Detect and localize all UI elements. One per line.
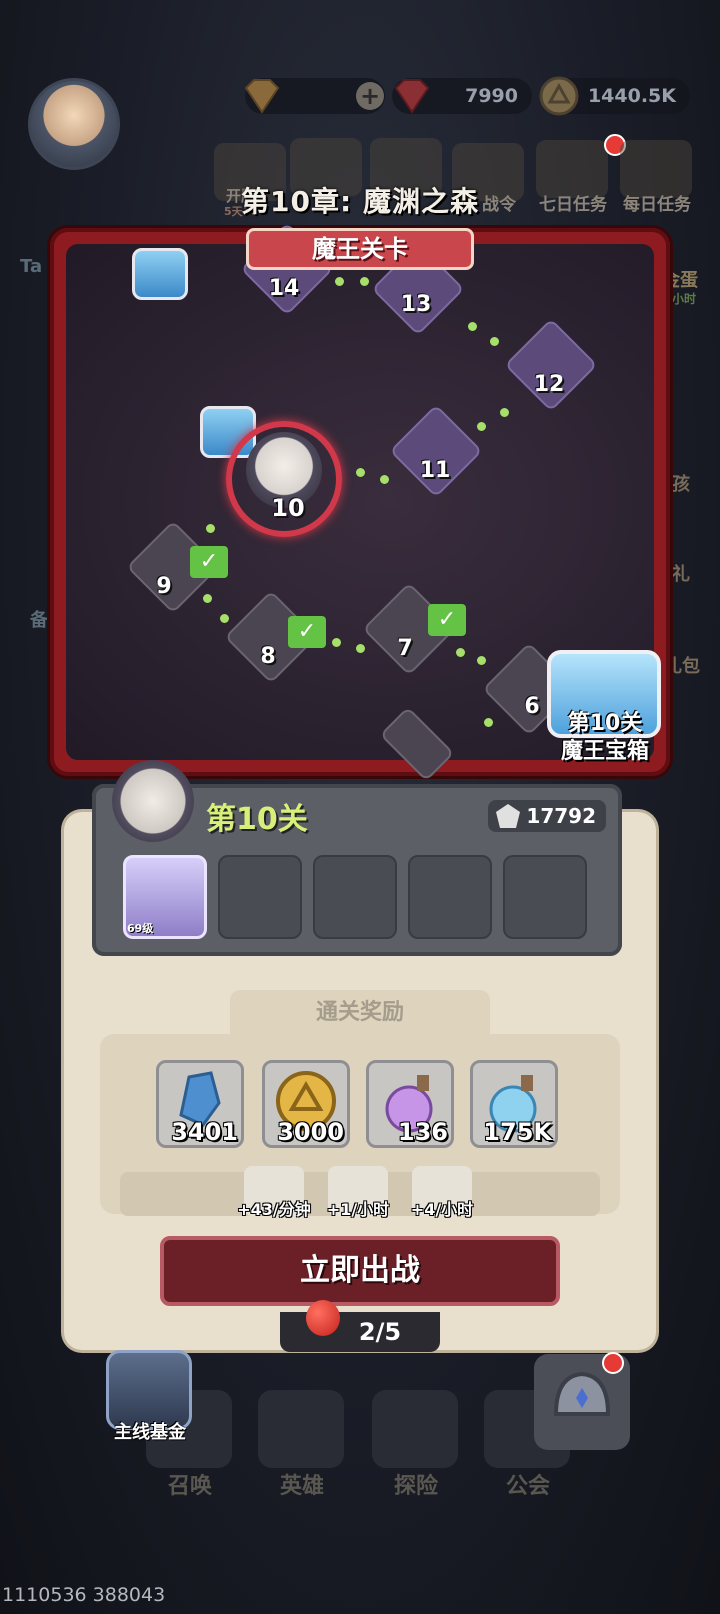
path-dot	[220, 614, 229, 623]
reward-value-blue-potion: 175K	[483, 1118, 552, 1146]
path-dot	[356, 644, 365, 653]
boss-chest-label-line2: 魔王宝箱	[560, 739, 649, 764]
path-dot	[332, 638, 341, 647]
notification-dot	[602, 1352, 624, 1374]
path-dot	[335, 277, 344, 286]
main-fund-label[interactable]: 主线基金	[100, 1418, 200, 1444]
side-label-right-3: 孩	[672, 474, 690, 495]
stage-node-13-number: 13	[400, 292, 432, 317]
chapter-title: 第10章: 魔渊之森	[241, 185, 479, 218]
stage-boss-avatar	[112, 760, 194, 842]
energy-counter: 2/5	[280, 1312, 440, 1352]
stage-node-14-number: 14	[268, 276, 300, 301]
reward-value-crystal: 3401	[171, 1118, 238, 1146]
explore-icon[interactable]	[372, 1390, 458, 1468]
red-gem-icon	[394, 79, 430, 114]
gold-value: 1440.5K	[587, 85, 676, 107]
add-gem-button[interactable]: +	[356, 82, 384, 110]
cleared-flag-icon: ✓	[190, 546, 228, 578]
side-label-left-1: Ta	[20, 256, 43, 277]
path-dot	[490, 337, 499, 346]
stage-title: 第10关	[206, 802, 308, 837]
hero-slot-3[interactable]	[313, 855, 397, 939]
boost-text-3: +4/小时	[410, 1200, 474, 1219]
path-dot	[380, 475, 389, 484]
path-dot	[468, 322, 477, 331]
path-dot	[477, 422, 486, 431]
nav-label-summon[interactable]: 召唤	[140, 1468, 240, 1500]
hero-slot-2[interactable]	[218, 855, 302, 939]
path-dot	[203, 594, 212, 603]
path-dot	[360, 277, 369, 286]
map-chest-icon[interactable]	[132, 248, 188, 300]
energy-value: 2/5	[358, 1318, 402, 1346]
nav-label-guild[interactable]: 公会	[478, 1468, 578, 1500]
stage-node-7-number: 7	[397, 636, 413, 661]
red-gem-value: 7990	[465, 85, 518, 107]
boss-chest-label: 第10关 魔王宝箱	[540, 710, 670, 766]
purple-gem-icon	[244, 79, 280, 114]
stage-node-9-number: 9	[156, 574, 172, 599]
enemy-power-value: 17792	[526, 804, 596, 828]
stage-node-10-number: 10	[271, 494, 305, 522]
side-label-left-2: 备	[30, 610, 48, 631]
power-icon	[496, 804, 520, 828]
side-label-right-2: 小时	[672, 292, 697, 306]
nav-label-explore[interactable]: 探险	[366, 1468, 466, 1500]
reward-value-gold: 3000	[277, 1118, 344, 1146]
nav-label-heroes[interactable]: 英雄	[252, 1468, 352, 1500]
stage-node-12-number: 12	[533, 372, 565, 397]
apple-energy-icon	[306, 1300, 340, 1336]
hero-slot-4[interactable]	[408, 855, 492, 939]
path-dot	[206, 524, 215, 533]
fight-now-button[interactable]: 立即出战	[160, 1236, 560, 1306]
path-dot	[484, 718, 493, 727]
cleared-flag-icon: ✓	[428, 604, 466, 636]
hero-level: 69级	[127, 922, 154, 935]
boss-chest-label-line1: 第10关	[567, 711, 643, 736]
stage-node-11-number: 11	[419, 458, 451, 483]
path-dot	[477, 656, 486, 665]
reward-title: 通关奖励	[230, 990, 490, 1036]
path-dot	[456, 648, 465, 657]
heroes-icon[interactable]	[258, 1390, 344, 1468]
path-dot	[356, 468, 365, 477]
reward-value-purple-potion: 136	[397, 1118, 448, 1146]
player-avatar[interactable]	[28, 78, 120, 170]
boss-stage-banner: 魔王关卡	[246, 228, 474, 270]
side-label-right-4: 礼	[672, 564, 690, 585]
stage-node-8-number: 8	[260, 644, 276, 669]
hero-slot-5[interactable]	[503, 855, 587, 939]
debug-text: 1110536 388043	[2, 1584, 166, 1606]
gold-coin-icon	[539, 76, 579, 116]
path-dot	[500, 408, 509, 417]
